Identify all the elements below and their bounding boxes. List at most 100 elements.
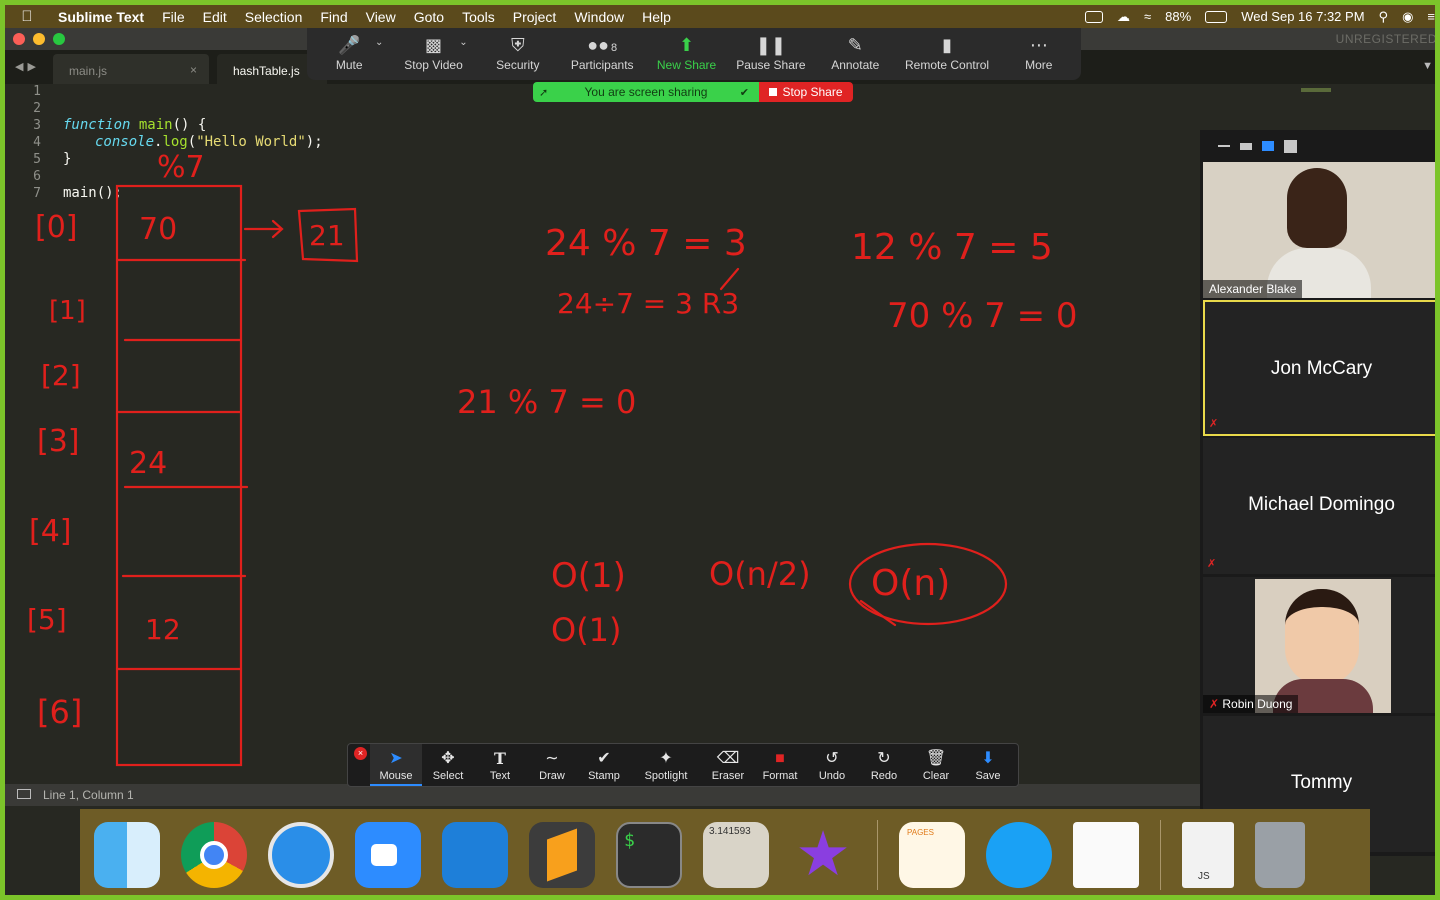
tool-mouse[interactable]: ➤ Mouse [370,744,422,786]
minimize-icon[interactable] [1218,145,1230,147]
tool-undo[interactable]: ↺ Undo [806,744,858,786]
tool-select[interactable]: ✥ Select [422,744,474,786]
participant-tile[interactable]: ✗ Robin Duong [1203,577,1435,713]
menu-window[interactable]: Window [565,9,633,25]
button-label: Participants [570,58,634,72]
tab-main-js[interactable]: main.js × [53,54,209,84]
finder-icon[interactable] [94,822,160,888]
menu-tools[interactable]: Tools [453,9,504,25]
tool-format[interactable]: ■ Format [754,744,806,786]
gallery-view-icon[interactable] [1284,139,1297,153]
participants-button[interactable]: ●● 8 Participants [560,28,644,80]
tool-label: Undo [818,770,846,782]
tab-nav-arrows-icon[interactable]: ◀▶ [15,60,40,73]
participant-tile[interactable]: Jon McCary ✗ [1203,300,1435,436]
pages-icon[interactable]: PAGES [899,822,965,888]
zoom-icon[interactable] [355,822,421,888]
trash-icon[interactable] [1255,822,1305,888]
cloud-icon[interactable]: ☁ [1117,9,1130,25]
close-tab-icon[interactable]: × [190,63,197,77]
battery-icon[interactable] [1205,10,1228,23]
shield-icon: ⛨ [511,35,525,55]
menu-project[interactable]: Project [504,9,566,25]
code-editor[interactable]: 1 2 3 4 5 6 7 function main() { console.… [5,84,1331,784]
chevron-down-icon[interactable]: ⌄ [375,37,383,48]
participant-name: Alexander Blake [1203,280,1303,298]
new-share-button[interactable]: ⬆ New Share [644,28,728,80]
xcode-icon[interactable] [442,822,508,888]
participant-tile[interactable]: Michael Domingo ✗ [1203,438,1435,574]
tool-text[interactable]: T Text [474,744,526,786]
participants-icon: ●● 8 [587,35,618,55]
tool-redo[interactable]: ↻ Redo [858,744,910,786]
close-window-button[interactable] [13,33,25,45]
muted-mic-icon: ✗ [1209,697,1223,711]
tool-clear[interactable]: 🗑 Clear [910,744,962,786]
keyword: function [63,117,131,133]
code-text: ); [305,134,323,150]
calculator-icon[interactable]: 3.141593 [703,822,769,888]
messages-icon[interactable] [986,822,1052,888]
remote-control-button[interactable]: ▮ Remote Control [897,28,996,80]
menu-help[interactable]: Help [633,9,680,25]
spotlight-icon[interactable]: ⚲ [1379,9,1389,25]
close-annotation-icon[interactable]: × [354,747,367,760]
zoom-window-button[interactable] [53,33,65,45]
user-icon[interactable]: ◉ [1402,9,1413,25]
method-name: log [162,134,188,150]
line-number: 4 [33,135,41,150]
code-text: ( [187,134,197,150]
menu-edit[interactable]: Edit [194,9,236,25]
text-t-icon: T [494,749,506,768]
apple-icon[interactable]:  [5,8,49,25]
textedit-icon[interactable] [1073,822,1139,888]
squiggle-icon: ∼ [545,750,559,767]
menu-app-name[interactable]: Sublime Text [49,9,153,25]
stop-share-button[interactable]: Stop Share [759,82,853,102]
more-button[interactable]: ⋯ More [997,28,1081,80]
notification-center-icon[interactable]: ≡ [1427,9,1435,24]
panel-toggle-icon[interactable] [17,789,31,799]
minimize-window-button[interactable] [33,33,45,45]
js-file-icon[interactable]: JS [1182,822,1234,888]
mute-button[interactable]: 🎤 Mute ⌄ [307,28,391,80]
security-button[interactable]: ⛨ Security [476,28,560,80]
line-number: 3 [33,118,41,133]
wifi-icon[interactable]: ≈ [1144,9,1151,24]
single-view-icon[interactable] [1240,142,1252,150]
strip-view-icon[interactable] [1262,141,1274,151]
zoom-status-icon[interactable] [1085,10,1104,23]
menu-selection[interactable]: Selection [236,9,312,25]
pencil-icon: ✎ [847,35,863,55]
menu-goto[interactable]: Goto [405,9,453,25]
stop-video-button[interactable]: ▩ Stop Video ⌄ [391,28,475,80]
status-bar: Line 1, Column 1 [5,784,1200,806]
tool-draw[interactable]: ∼ Draw [526,744,578,786]
more-dots-icon: ⋯ [1029,35,1048,55]
imovie-icon[interactable]: ★ [790,822,856,888]
sharing-status[interactable]: ➚ You are screen sharing ✔ [533,82,759,102]
tool-label: Eraser [711,770,745,782]
menu-file[interactable]: File [153,9,194,25]
tool-eraser[interactable]: ⌫ Eraser [702,744,754,786]
terminal-icon[interactable]: $ [616,822,682,888]
tab-dropdown-icon[interactable]: ▼ [1422,60,1433,72]
menu-view[interactable]: View [357,9,405,25]
participant-tile[interactable]: Alexander Blake [1203,162,1435,298]
minimap[interactable] [1301,88,1331,92]
clock[interactable]: Wed Sep 16 7:32 PM [1241,9,1364,24]
chrome-icon[interactable] [181,822,247,888]
chevron-down-icon[interactable]: ⌄ [459,37,467,48]
pause-share-button[interactable]: ❚❚ Pause Share [729,28,813,80]
code-line-3: function main() { [63,117,206,133]
annotate-button[interactable]: ✎ Annotate [813,28,897,80]
button-label: Mute [335,58,363,72]
sublime-text-icon[interactable] [529,822,595,888]
color-swatch-icon: ■ [775,750,785,767]
tool-spotlight[interactable]: ✦ Spotlight [630,744,702,786]
tool-label: Redo [870,770,898,782]
menu-find[interactable]: Find [311,9,356,25]
safari-icon[interactable] [268,822,334,888]
tool-stamp[interactable]: ✔ Stamp [578,744,630,786]
tool-save[interactable]: ⬇ Save [962,744,1014,786]
